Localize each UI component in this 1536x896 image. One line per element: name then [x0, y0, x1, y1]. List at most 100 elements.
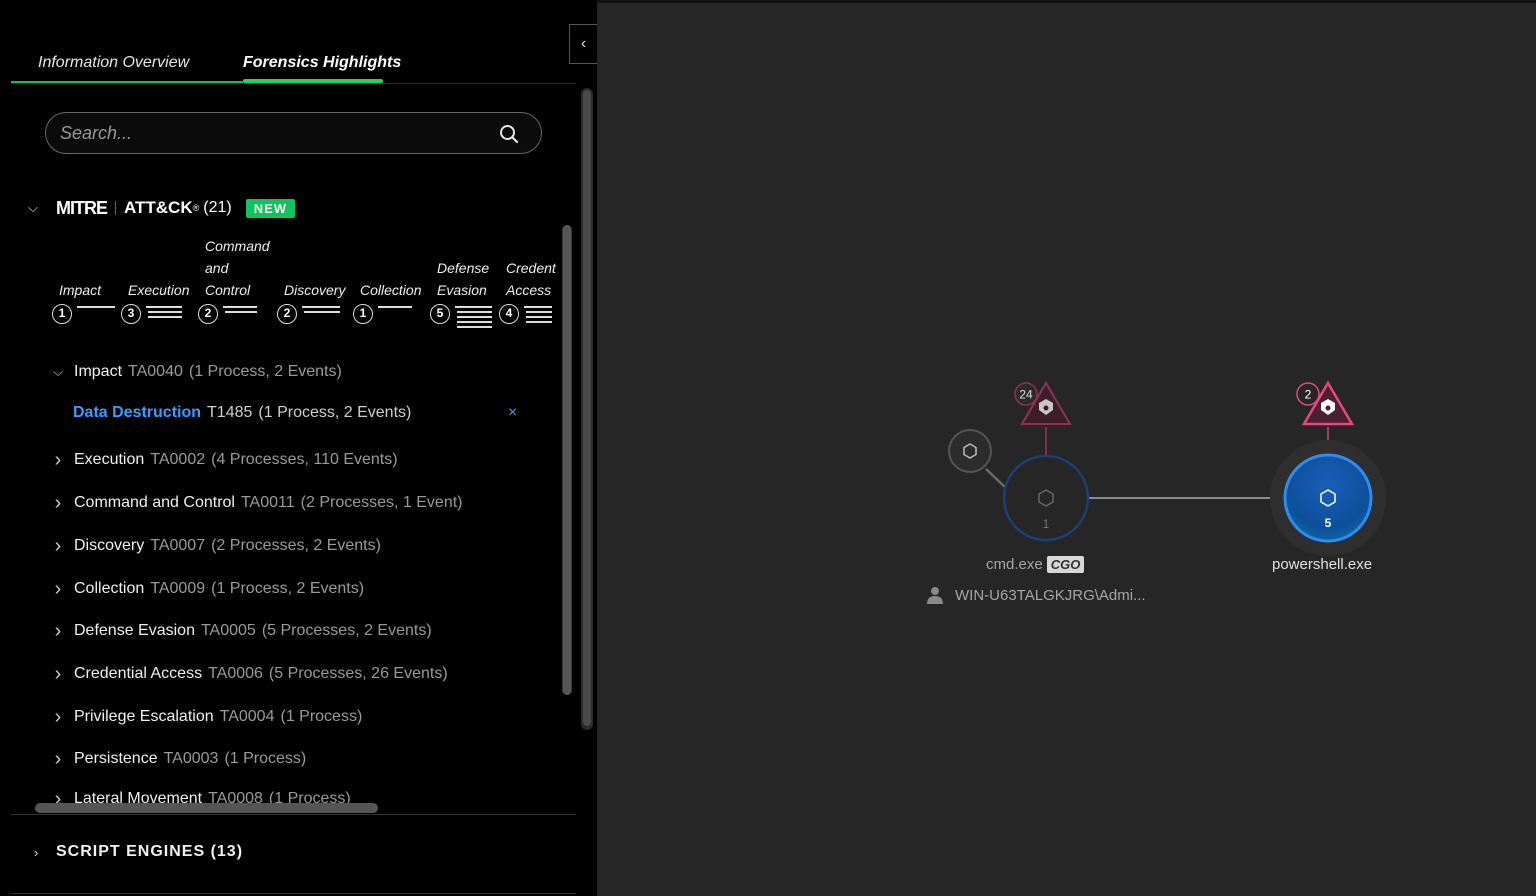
row-code: TA0007 [150, 537, 206, 554]
powershell-node-label[interactable]: powershell.exe [1272, 556, 1372, 573]
tactic-row[interactable]: › Credential Access TA0006 (5 Processes, 26… [48, 661, 448, 687]
tactic-row[interactable]: › Command and Control TA0011 (2 Processes, … [48, 490, 463, 516]
close-icon[interactable]: × [508, 404, 517, 422]
tactic-row[interactable]: › Collection TA0009 (1 Process, 2 Events) [48, 576, 364, 602]
tactic-bar [457, 326, 492, 328]
row-meta: (1 Process, 2 Events) [258, 404, 412, 421]
tab-bar: Information Overview Forensics Highlight… [11, 48, 576, 84]
search-input[interactable] [60, 121, 480, 145]
tactic-column[interactable]: Collection 1 [353, 230, 440, 340]
row-name: Impact [74, 363, 123, 380]
tab-bar-baseline [11, 81, 243, 83]
user-label: WIN-U63TALGKJRG\Admi... [927, 586, 1146, 604]
row-code: TA0002 [150, 451, 206, 468]
tactic-bars [59, 306, 115, 311]
tactic-label-line: Collection [360, 282, 422, 298]
tactic-label-line: Impact [59, 282, 102, 298]
row-meta: (2 Processes, 1 Event) [300, 494, 463, 511]
tactic-bar [378, 306, 412, 308]
section-divider-bottom [11, 893, 576, 894]
cmd-alert[interactable]: 24 [1014, 381, 1072, 425]
tactic-bar [457, 321, 492, 323]
tactic-bar [526, 321, 552, 323]
tactic-row[interactable]: › Discovery TA0007 (2 Processes, 2 Events) [48, 533, 381, 559]
horizontal-scrollbar[interactable] [35, 803, 378, 813]
powershell-node[interactable]: 5 [1270, 440, 1386, 556]
search-icon[interactable] [499, 124, 519, 144]
cmd-process-name: cmd.exe [986, 556, 1043, 573]
tactic-bars [360, 306, 412, 311]
tactic-label-line: Access [506, 282, 552, 298]
tab-forensics-highlights[interactable]: Forensics Highlights [243, 54, 401, 72]
forensics-panel: Information Overview Forensics Highlight… [0, 0, 597, 896]
row-code: TA0009 [150, 580, 206, 597]
attack-count: (21) [203, 199, 232, 216]
tactic-label-line: Control [205, 282, 251, 298]
panel-scrollbar-thumb[interactable] [583, 90, 591, 726]
chevron-right-icon[interactable]: › [48, 706, 68, 729]
child-process-node[interactable] [948, 429, 992, 473]
chevron-right-icon[interactable]: › [48, 663, 68, 686]
technique-row[interactable]: Data Destruction T1485 (1 Process, 2 Event… [73, 400, 517, 426]
active-tab-indicator [243, 79, 383, 83]
cmd-node-count: 1 [1043, 517, 1050, 531]
chevron-right-icon[interactable]: › [48, 748, 68, 771]
chevron-down-icon[interactable]: ⌵ [48, 364, 68, 380]
tactic-row[interactable]: › Persistence TA0003 (1 Process) [48, 746, 307, 772]
registered-mark: ® [192, 203, 200, 213]
tactic-label-line: Credent [506, 260, 556, 276]
tactic-bar [225, 311, 257, 313]
tactic-row[interactable]: › Execution TA0002 (4 Processes, 110 Events… [48, 447, 398, 473]
tactic-bar [146, 306, 182, 308]
tactic-row[interactable]: › Privilege Escalation TA0004 (1 Process) [48, 704, 363, 730]
row-code: T1485 [207, 404, 253, 421]
chevron-down-icon[interactable]: ⌵ [28, 200, 44, 216]
tab-information-overview[interactable]: Information Overview [38, 54, 189, 72]
tactic-bar [148, 316, 182, 318]
row-code: TA0040 [128, 363, 183, 380]
tactic-bar [524, 306, 552, 308]
row-name: Command and Control [74, 494, 235, 511]
collapse-panel-button[interactable]: ‹ [569, 24, 597, 64]
tactic-bars [205, 306, 257, 316]
tactic-column[interactable]: Command and Control 2 [198, 230, 285, 340]
cmd-node-label[interactable]: cmd.exe CGO [986, 556, 1085, 573]
cmd-node[interactable]: 1 [1002, 454, 1090, 542]
script-engines-section[interactable]: › SCRIPT ENGINES (13) [34, 843, 243, 861]
chevron-right-icon[interactable]: › [48, 535, 68, 558]
tactic-bar [457, 316, 492, 318]
tactic-bar [77, 306, 115, 308]
tactic-column[interactable]: Execution 3 [121, 230, 208, 340]
powershell-alert-count: 2 [1305, 388, 1312, 402]
row-code: TA0011 [240, 494, 295, 511]
row-meta: (1 Process) [280, 708, 363, 725]
row-code: TA0006 [208, 665, 263, 682]
row-code: TA0005 [200, 622, 256, 639]
list-scrollbar-thumb[interactable] [563, 225, 571, 695]
chevron-right-icon[interactable]: › [48, 492, 68, 515]
attack-label: ATT&CK [124, 198, 193, 217]
tactic-bar [304, 311, 340, 313]
list-scrollbar[interactable] [562, 225, 572, 695]
tactic-column[interactable]: Discovery 2 [277, 230, 364, 340]
mitre-attack-header[interactable]: ⌵ MITRE ATT&CK ® (21) NEW [28, 196, 296, 220]
row-code: TA0003 [163, 750, 219, 767]
tactic-bar [148, 311, 182, 313]
tactic-row[interactable]: ⌵ Impact TA0040 (1 Process, 2 Events) [48, 359, 342, 385]
process-graph-canvas[interactable]: 1 24 5 2 cmd.exe CGO WIN-U63TALGKJRG\Adm… [597, 0, 1536, 896]
chevron-right-icon[interactable]: › [48, 620, 68, 643]
panel-scrollbar[interactable] [581, 88, 593, 730]
row-meta: (1 Process) [224, 750, 307, 767]
tactic-bars [284, 306, 340, 316]
tactic-label-line: Discovery [284, 282, 346, 298]
chevron-right-icon[interactable]: › [48, 578, 68, 601]
tactic-row[interactable]: › Defense Evasion TA0005 (5 Processes, 2 Ev… [48, 618, 432, 644]
tactic-bar [526, 311, 552, 313]
tactic-column[interactable]: Credent Access 4 [499, 230, 560, 340]
row-meta: (2 Processes, 2 Events) [211, 537, 381, 554]
powershell-alert[interactable]: 2 [1296, 380, 1355, 426]
powershell-node-count: 5 [1325, 516, 1332, 530]
row-name: Privilege Escalation [74, 708, 214, 725]
row-name: Collection [74, 580, 145, 597]
chevron-right-icon[interactable]: › [48, 449, 68, 472]
